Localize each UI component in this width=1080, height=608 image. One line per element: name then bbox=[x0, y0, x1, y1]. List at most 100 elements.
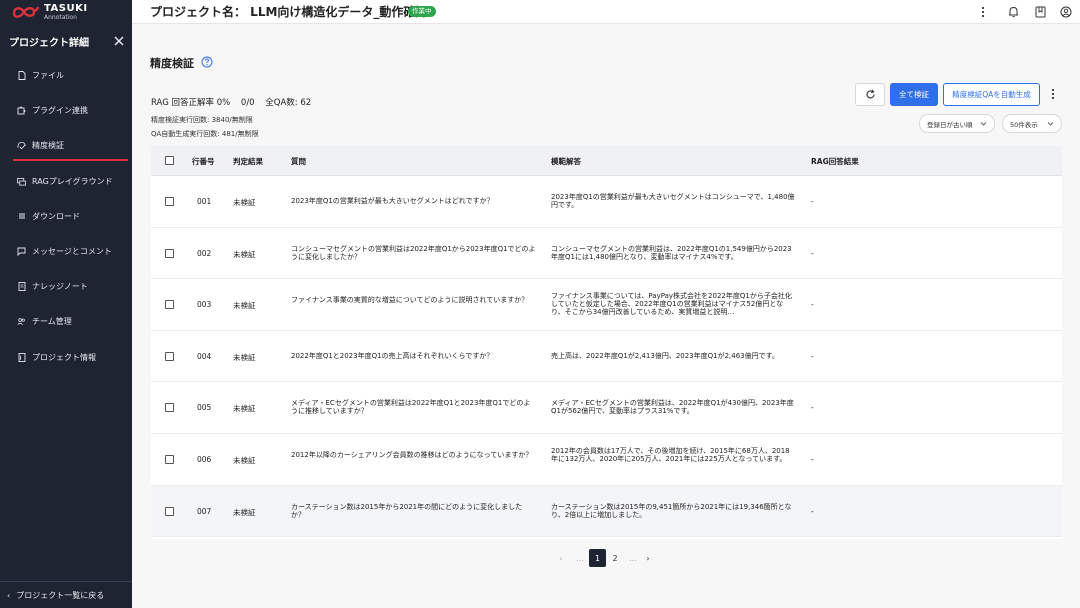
judgement-status: 未検証 bbox=[233, 352, 256, 362]
row-number: 003 bbox=[197, 300, 212, 310]
rag-result: - bbox=[811, 506, 814, 516]
column-header-model-answer: 模範解答 bbox=[551, 157, 581, 166]
select-all-checkbox[interactable] bbox=[165, 156, 174, 165]
message-icon bbox=[17, 247, 26, 257]
sidebar-item-label: プロジェクト情報 bbox=[32, 352, 96, 362]
table-row[interactable]: 001 未検証 2023年度Q1の営業利益が最も大きいセグメントはどれですか？ … bbox=[151, 176, 1062, 228]
table-row[interactable]: 005 未検証 メディア・ECセグメントの営業利益は2022年度Q1と2023年… bbox=[151, 382, 1062, 434]
rag-result: - bbox=[811, 248, 814, 258]
per-page-select-value: 50件表示 bbox=[1010, 120, 1038, 129]
row-checkbox[interactable] bbox=[165, 248, 174, 258]
table-row[interactable]: 006 未検証 2012年以降のカーシェアリング会員数の推移はどのようになってい… bbox=[151, 434, 1062, 486]
judgement-status: 未検証 bbox=[233, 456, 256, 465]
refresh-icon bbox=[866, 89, 875, 99]
question-text: 2012年以降のカーシェアリング会員数の推移はどのようになっていますか？ bbox=[291, 451, 533, 459]
sidebar-item-label: チーム管理 bbox=[32, 317, 72, 327]
accuracy-rate: RAG 回答正解率 0% bbox=[151, 98, 231, 108]
sidebar-item-label: RAGプレイグラウンド bbox=[32, 176, 113, 186]
row-number: 007 bbox=[197, 506, 212, 516]
help-icon[interactable] bbox=[201, 56, 213, 68]
model-answer-text: 売上高は、2022年度Q1が2,413億円、2023年度Q1が2,463億円です… bbox=[551, 351, 779, 360]
row-checkbox[interactable] bbox=[165, 506, 174, 516]
page-2-button[interactable]: 2 bbox=[608, 549, 622, 567]
per-page-select[interactable]: 50件表示 bbox=[1002, 114, 1062, 133]
row-checkbox[interactable] bbox=[165, 351, 174, 361]
chevron-down-icon bbox=[980, 122, 987, 126]
sidebar: TASUKI Annotation プロジェクト詳細 ファイル プラグイン連携 … bbox=[0, 0, 132, 608]
table-row[interactable]: 002 未検証 コンシューマセグメントの営業利益は2022年度Q1から2023年… bbox=[151, 228, 1062, 280]
accuracy-icon bbox=[17, 141, 26, 150]
sidebar-nav: ファイル プラグイン連携 精度検証 RAGプレイグラウンド ダウンロード メッセ… bbox=[0, 58, 132, 375]
sidebar-item-plugin[interactable]: プラグイン連携 bbox=[0, 93, 132, 128]
rag-result: - bbox=[811, 300, 814, 310]
model-answer-text: カーステーション数は2015年の9,451箇所から2021年には19,346箇所… bbox=[551, 502, 792, 519]
row-number: 006 bbox=[197, 455, 212, 464]
prev-page-button[interactable]: ‹ bbox=[554, 549, 568, 567]
more-vert-icon[interactable] bbox=[976, 5, 990, 19]
sidebar-item-file[interactable]: ファイル bbox=[0, 58, 132, 93]
sidebar-item-knowledge[interactable]: ナレッジノート bbox=[0, 269, 132, 304]
sort-select-value: 登録日が古い順 bbox=[927, 120, 973, 129]
row-number: 001 bbox=[197, 197, 212, 206]
file-icon bbox=[17, 71, 26, 81]
row-checkbox[interactable] bbox=[165, 300, 174, 310]
next-page-button[interactable]: › bbox=[641, 549, 655, 567]
page-1-button[interactable]: 1 bbox=[589, 549, 606, 567]
sidebar-item-label: 精度検証 bbox=[32, 141, 64, 151]
sidebar-item-label: プラグイン連携 bbox=[32, 106, 88, 116]
sidebar-item-team[interactable]: チーム管理 bbox=[0, 304, 132, 339]
row-number: 002 bbox=[197, 248, 212, 258]
sidebar-title: プロジェクト詳細 bbox=[9, 38, 89, 49]
back-to-projects-link[interactable]: ‹ プロジェクト一覧に戻る bbox=[0, 581, 132, 608]
team-icon bbox=[17, 317, 26, 326]
pagination-ellipsis-right: … bbox=[629, 553, 637, 563]
book-icon[interactable] bbox=[1033, 5, 1047, 19]
autogen-run-count: QA自動生成実行回数: 481/無制限 bbox=[151, 130, 259, 138]
refresh-button[interactable] bbox=[855, 83, 885, 106]
row-number: 005 bbox=[197, 403, 212, 413]
sidebar-item-label: メッセージとコメント bbox=[32, 247, 112, 257]
bell-icon[interactable] bbox=[1006, 5, 1020, 19]
column-header-question: 質問 bbox=[291, 157, 306, 166]
page-title: 精度検証 bbox=[150, 57, 194, 70]
brand-logo[interactable]: TASUKI Annotation bbox=[12, 2, 130, 24]
question-text: 2023年度Q1の営業利益が最も大きいセグメントはどれですか？ bbox=[291, 197, 494, 205]
sidebar-item-label: ダウンロード bbox=[32, 211, 80, 221]
sidebar-item-rag[interactable]: RAGプレイグラウンド bbox=[0, 164, 132, 199]
sidebar-item-messages[interactable]: メッセージとコメント bbox=[0, 234, 132, 269]
close-icon[interactable] bbox=[113, 35, 125, 47]
back-to-projects-label: プロジェクト一覧に戻る bbox=[16, 590, 105, 600]
sidebar-item-label: ファイル bbox=[32, 71, 64, 81]
pagination: ‹ … 1 2 … › bbox=[132, 549, 1080, 569]
table-row[interactable]: 007 未検証 カーステーション数は2015年から2021年の間にどのように変化… bbox=[151, 485, 1062, 538]
judgement-status: 未検証 bbox=[233, 249, 256, 259]
autogen-qa-button[interactable]: 精度検証QAを自動生成 bbox=[943, 83, 1040, 106]
verify-all-button[interactable]: 全て検証 bbox=[890, 83, 938, 106]
model-answer-text: コンシューマセグメントの営業利益は、2022年度Q1の1,549億円から2023… bbox=[551, 244, 792, 261]
question-text: メディア・ECセグメントの営業利益は2022年度Q1と2023年度Q1でどのよう… bbox=[291, 399, 531, 416]
sidebar-item-accuracy[interactable]: 精度検証 bbox=[0, 128, 132, 163]
chevron-down-icon bbox=[1047, 122, 1054, 126]
row-checkbox[interactable] bbox=[165, 197, 174, 206]
qa-table: 行番号 判定結果 質問 模範解答 RAG回答結果 001 未検証 2023年度Q… bbox=[151, 146, 1062, 539]
pagination-ellipsis-left: … bbox=[576, 553, 584, 563]
table-row[interactable]: 003 未検証 ファイナンス事業の実質的な増益についてどのように説明されています… bbox=[151, 279, 1062, 331]
sidebar-item-download[interactable]: ダウンロード bbox=[0, 199, 132, 234]
sidebar-item-project-info[interactable]: プロジェクト情報 bbox=[0, 340, 132, 375]
model-answer-text: 2012年の会員数は17万人で、その後増加を続け、2015年に68万人、2018… bbox=[551, 447, 790, 463]
rag-result: - bbox=[811, 351, 814, 361]
row-checkbox[interactable] bbox=[165, 455, 174, 464]
sort-select[interactable]: 登録日が古い順 bbox=[919, 114, 995, 133]
rag-result: - bbox=[811, 197, 814, 206]
sidebar-item-label: ナレッジノート bbox=[32, 282, 88, 292]
model-answer-text: ファイナンス事業については、PayPay株式会社を2022年度Q1から子会社化し… bbox=[551, 292, 792, 317]
column-header-row-number: 行番号 bbox=[192, 157, 215, 166]
row-number: 004 bbox=[197, 351, 212, 361]
account-icon[interactable] bbox=[1059, 5, 1073, 19]
row-checkbox[interactable] bbox=[165, 403, 174, 413]
plugin-icon bbox=[17, 106, 26, 115]
table-row[interactable]: 004 未検証 2022年度Q1と2023年度Q1の売上高はそれぞれいくらですか… bbox=[151, 331, 1062, 383]
verification-run-count: 精度検証実行回数: 3840/無制限 bbox=[151, 116, 253, 124]
more-vert-icon[interactable] bbox=[1047, 87, 1059, 101]
question-text: コンシューマセグメントの営業利益は2022年度Q1から2023年度Q1でどのよう… bbox=[291, 244, 536, 261]
